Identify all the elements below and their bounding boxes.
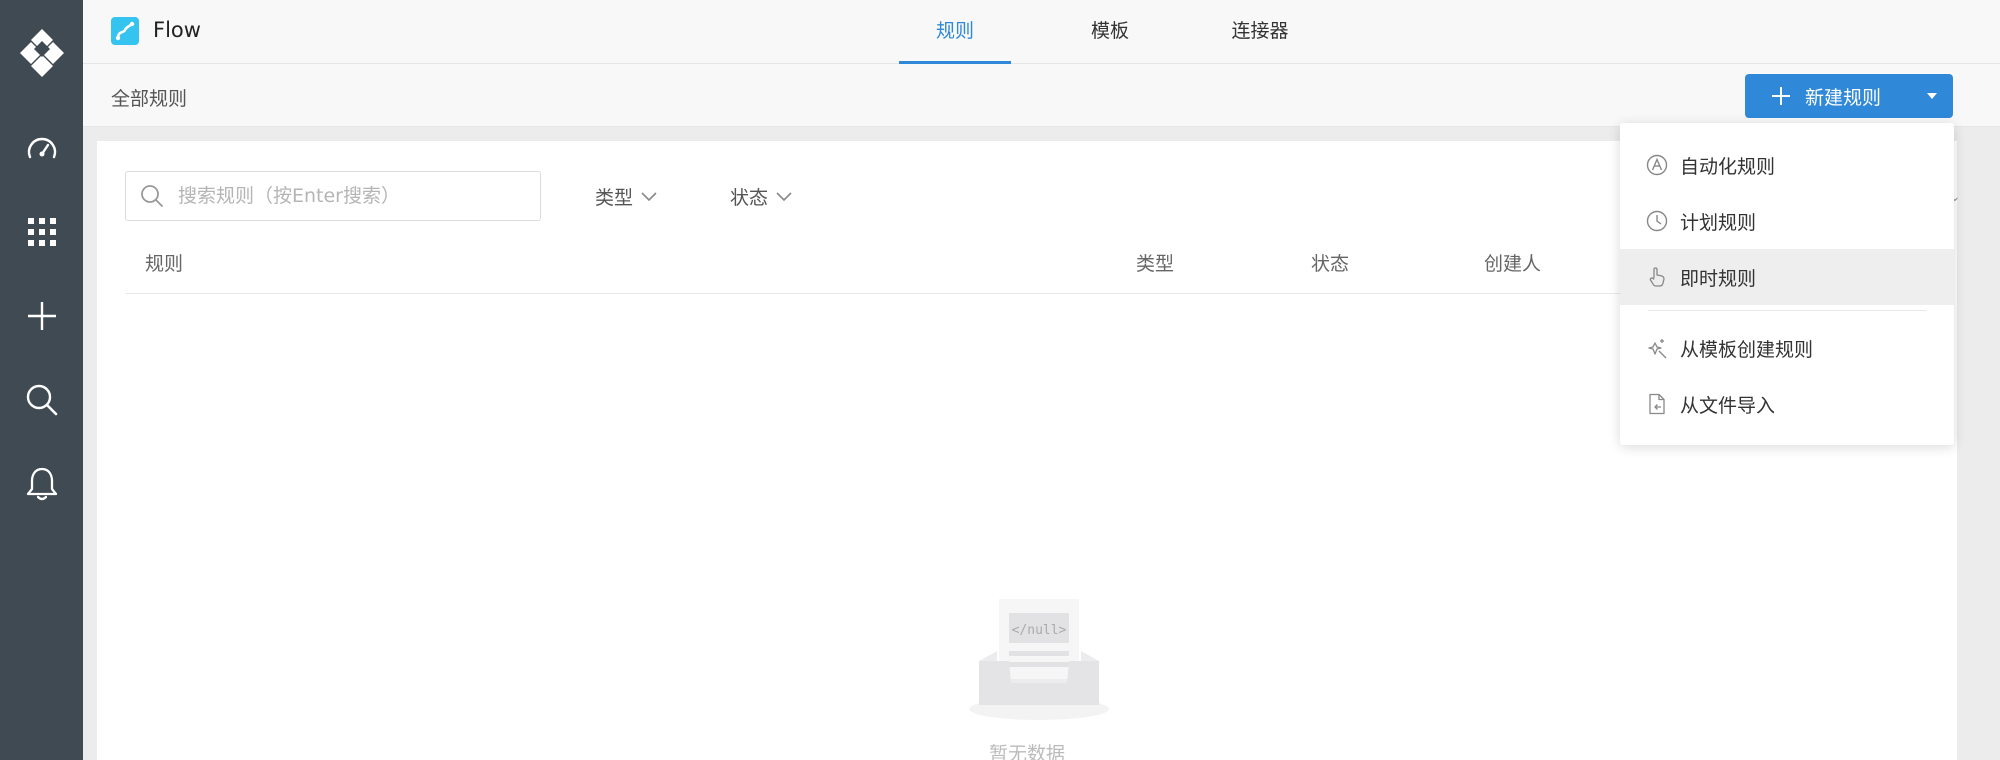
search-field[interactable] — [125, 171, 541, 221]
search-input[interactable] — [178, 185, 518, 207]
hand-pointer-icon — [1649, 267, 1665, 287]
column-header-type[interactable]: 类型 — [1136, 249, 1174, 276]
menu-item-automation-rule[interactable]: 自动化规则 — [1620, 137, 1954, 193]
left-rail — [0, 0, 83, 760]
tab-templates[interactable]: 模板 — [1055, 0, 1165, 64]
new-rule-button[interactable]: 新建规则 — [1745, 74, 1953, 118]
tab-connectors[interactable]: 连接器 — [1195, 0, 1325, 64]
search-icon[interactable] — [0, 370, 83, 430]
new-rule-dropdown-menu: 自动化规则 计划规则 即时规则 从模板创建规则 从文件导入 — [1620, 123, 1954, 445]
type-filter-label: 类型 — [595, 187, 634, 209]
logo-icon[interactable] — [0, 22, 83, 82]
menu-item-label: 从模板创建规则 — [1680, 338, 1814, 361]
clock-icon — [1646, 210, 1668, 232]
menu-item-import-from-file[interactable]: 从文件导入 — [1620, 376, 1954, 432]
add-icon[interactable] — [0, 286, 83, 346]
empty-state-illustration: </null> — [969, 599, 1109, 720]
status-filter[interactable]: 状态 — [730, 183, 792, 210]
apps-grid-icon[interactable] — [0, 202, 83, 262]
column-header-status[interactable]: 状态 — [1311, 249, 1349, 276]
app-name: Flow — [153, 18, 201, 42]
menu-item-label: 从文件导入 — [1680, 394, 1776, 417]
top-bar: Flow 规则 模板 连接器 — [83, 0, 2000, 64]
menu-item-create-from-template[interactable]: 从模板创建规则 — [1620, 320, 1954, 376]
new-rule-label: 新建规则 — [1805, 86, 1882, 109]
caret-down-icon — [1927, 93, 1937, 99]
sub-bar: 全部规则 新建规则 — [83, 64, 2000, 127]
menu-divider — [1648, 310, 1926, 311]
chevron-down-icon — [776, 191, 792, 201]
automation-a-icon — [1646, 154, 1668, 176]
plus-icon — [1772, 87, 1790, 105]
magic-wand-icon — [1648, 339, 1667, 359]
new-rule-main-button[interactable]: 新建规则 — [1745, 74, 1911, 118]
tab-label: 连接器 — [1231, 20, 1289, 42]
search-icon — [141, 185, 163, 207]
file-import-icon — [1649, 393, 1665, 415]
dashboard-icon[interactable] — [0, 120, 83, 180]
tab-rules[interactable]: 规则 — [899, 0, 1011, 64]
flow-logo-icon — [111, 17, 139, 45]
tab-label: 模板 — [1090, 20, 1129, 42]
new-rule-dropdown-toggle[interactable] — [1911, 74, 1953, 118]
type-filter[interactable]: 类型 — [595, 183, 657, 210]
tab-label: 规则 — [935, 20, 974, 42]
menu-item-scheduled-rule[interactable]: 计划规则 — [1620, 193, 1954, 249]
menu-item-label: 即时规则 — [1680, 267, 1757, 290]
page-title: 全部规则 — [111, 88, 188, 110]
menu-item-label: 自动化规则 — [1680, 155, 1776, 178]
status-filter-label: 状态 — [730, 187, 769, 209]
menu-item-label: 计划规则 — [1680, 211, 1757, 234]
column-header-creator[interactable]: 创建人 — [1484, 249, 1541, 276]
menu-item-instant-rule[interactable]: 即时规则 — [1620, 249, 1954, 305]
chevron-down-icon — [641, 191, 657, 201]
bell-icon[interactable] — [0, 454, 83, 514]
column-header-rule[interactable]: 规则 — [145, 249, 183, 276]
empty-illustration-text: </null> — [1012, 623, 1067, 638]
empty-state-text: 暂无数据 — [988, 743, 1065, 760]
